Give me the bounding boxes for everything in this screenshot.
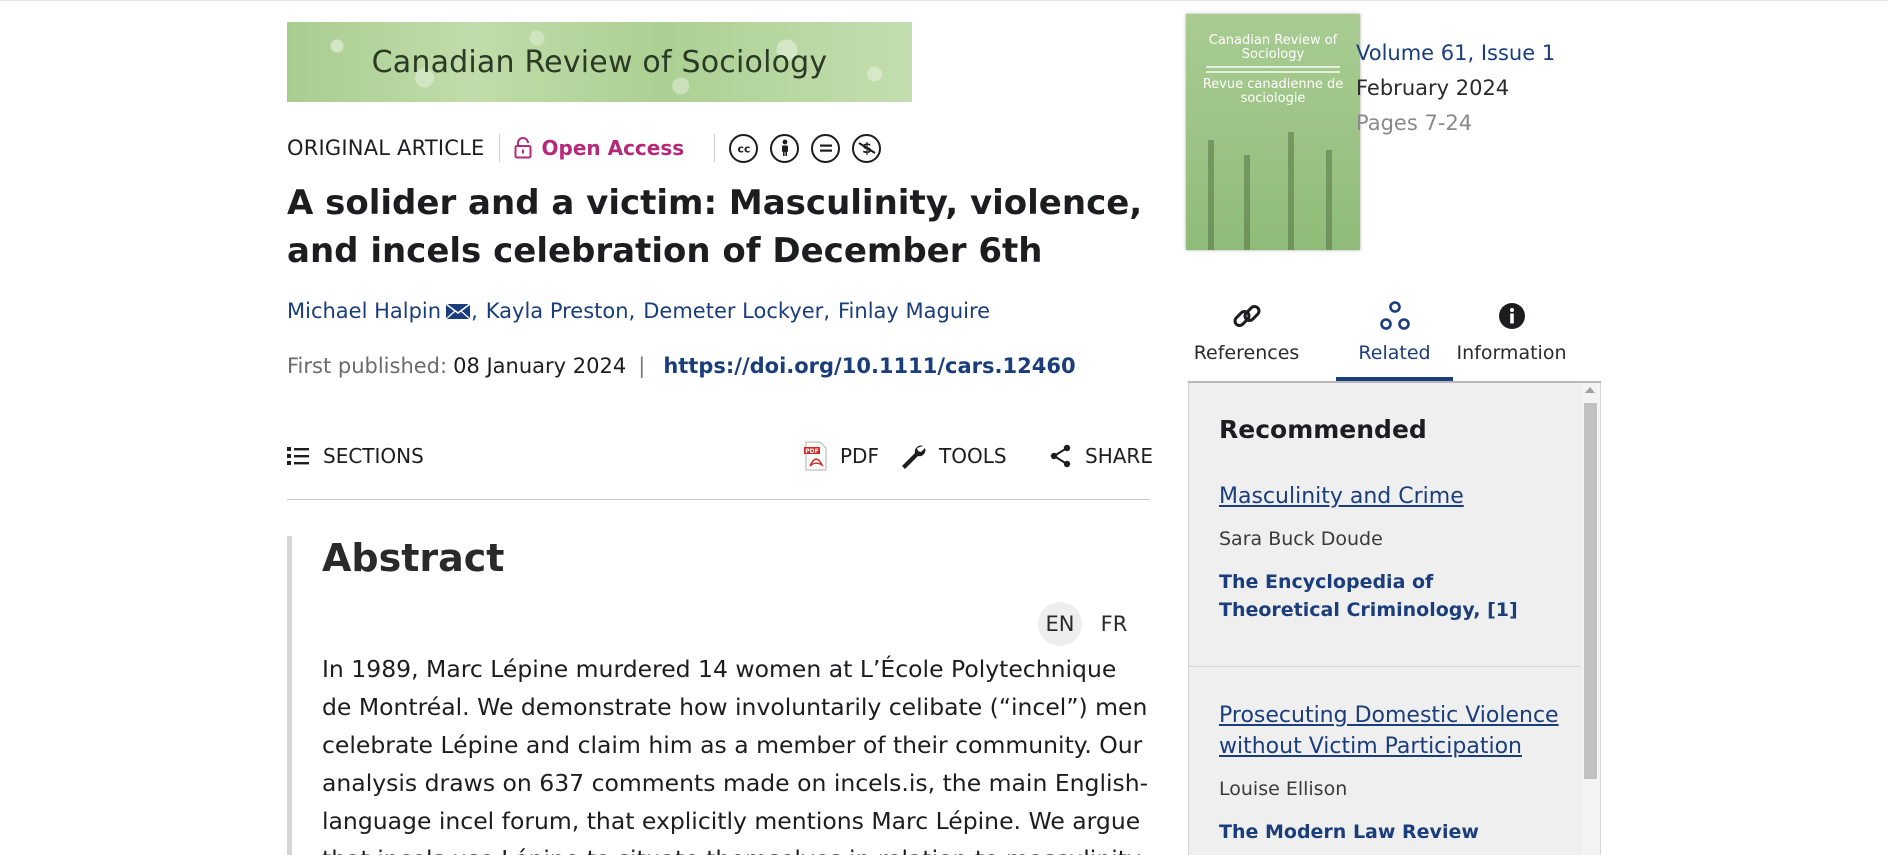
journal-banner[interactable]: Canadian Review of Sociology — [287, 22, 912, 102]
related-article-author: Louise Ellison — [1219, 778, 1348, 800]
cc-icon: cc — [729, 133, 759, 163]
author-separator: , — [628, 299, 636, 323]
related-divider — [1189, 666, 1581, 667]
related-article-journal[interactable]: The Encyclopedia of Theoretical Criminol… — [1219, 568, 1559, 624]
author-link[interactable]: Finlay Maguire — [838, 299, 990, 323]
related-icon — [1378, 290, 1412, 342]
first-published-label: First published: — [287, 354, 448, 378]
article-title: A solider and a victim: Masculinity, vio… — [287, 183, 1143, 271]
publication-info: First published: 08 January 2024 | https… — [287, 354, 1076, 378]
pdf-label: PDF — [840, 444, 879, 468]
first-published-date: 08 January 2024 — [453, 354, 627, 378]
cover-rule — [1206, 71, 1340, 73]
toolbar-divider — [287, 499, 1150, 500]
open-access-label: Open Access — [541, 136, 685, 160]
cover-tree — [1244, 155, 1250, 250]
article-toolbar: SECTIONS PDF PDF TOOLS SHARE — [287, 436, 1153, 476]
issue-info: Volume 61, Issue 1 February 2024 Pages 7… — [1356, 36, 1555, 141]
info-icon — [1498, 290, 1526, 342]
svg-text:cc: cc — [737, 143, 750, 156]
nc-icon: $ — [852, 133, 882, 163]
by-icon — [770, 133, 800, 163]
related-article-link[interactable]: Prosecuting Domestic Violence without Vi… — [1219, 700, 1559, 762]
author-separator: , — [823, 299, 830, 323]
scroll-up-arrow-icon[interactable] — [1585, 387, 1595, 393]
cover-subtitle: Revue canadienne de sociologie — [1202, 77, 1344, 106]
tab-label: References — [1193, 342, 1300, 364]
cover-tree — [1326, 150, 1332, 250]
article-type: ORIGINAL ARTICLE — [287, 136, 485, 160]
scrollbar-thumb[interactable] — [1584, 403, 1597, 779]
nd-icon — [811, 133, 841, 163]
related-panel: Recommended Masculinity and Crime Sara B… — [1188, 383, 1601, 855]
side-tabs: References Related Information — [1188, 286, 1601, 382]
cover-tree — [1208, 140, 1214, 250]
journal-banner-title: Canadian Review of Sociology — [371, 44, 828, 80]
author-separator: , — [471, 299, 478, 323]
cover-title: Canadian Review of Sociology — [1208, 33, 1338, 62]
tools-label: TOOLS — [939, 444, 1007, 468]
link-icon — [1230, 290, 1264, 342]
open-access-badge[interactable]: Open Access — [514, 136, 685, 160]
tab-information[interactable]: Information — [1453, 286, 1570, 382]
cover-rule — [1206, 66, 1340, 68]
sections-label: SECTIONS — [323, 444, 424, 468]
author-link[interactable]: Kayla Preston — [486, 299, 629, 323]
recommended-heading: Recommended — [1219, 415, 1427, 444]
language-switch: EN FR — [1028, 602, 1136, 646]
share-icon — [1049, 444, 1073, 468]
doi-link[interactable]: https://doi.org/10.1111/cars.12460 — [663, 354, 1075, 378]
author-link[interactable]: Demeter Lockyer — [643, 299, 823, 323]
lang-fr-button[interactable]: FR — [1092, 602, 1136, 646]
author-link[interactable]: Michael Halpin — [287, 299, 441, 323]
related-article-author: Sara Buck Doude — [1219, 528, 1383, 550]
sections-button[interactable]: SECTIONS — [287, 436, 424, 476]
mail-icon[interactable] — [445, 301, 471, 321]
author-list: Michael Halpin , Kayla Preston , Demeter… — [287, 299, 990, 323]
lang-en-button[interactable]: EN — [1038, 602, 1082, 646]
list-item: Masculinity and Crime Sara Buck Doude Th… — [1219, 481, 1559, 624]
license-icons[interactable]: cc $ — [729, 133, 893, 163]
cover-tree — [1288, 132, 1294, 250]
issue-pages: Pages 7-24 — [1356, 111, 1473, 135]
volume-issue-link[interactable]: Volume 61, Issue 1 — [1356, 36, 1555, 71]
article-meta-row: ORIGINAL ARTICLE Open Access cc $ — [287, 133, 893, 163]
meta-divider — [498, 134, 500, 162]
abstract-heading: Abstract — [322, 536, 505, 580]
abstract-section: Abstract EN FR In 1989, Marc Lépine murd… — [287, 536, 1150, 855]
related-article-journal[interactable]: The Modern Law Review — [1219, 818, 1559, 846]
tools-button[interactable]: TOOLS — [899, 436, 1007, 476]
related-article-link[interactable]: Masculinity and Crime — [1219, 481, 1559, 512]
svg-text:PDF: PDF — [805, 448, 818, 455]
share-label: SHARE — [1085, 444, 1153, 468]
list-item: Prosecuting Domestic Violence without Vi… — [1219, 700, 1559, 846]
tab-label: Related — [1358, 342, 1431, 364]
wrench-icon — [899, 442, 927, 470]
top-border — [0, 0, 1888, 1]
lock-open-icon — [514, 137, 532, 159]
pdf-button[interactable]: PDF PDF — [804, 436, 879, 476]
pdf-icon: PDF — [804, 441, 828, 471]
tab-references[interactable]: References — [1188, 286, 1305, 382]
meta-divider-2 — [714, 134, 716, 162]
scrollbar[interactable] — [1581, 383, 1600, 855]
issue-month: February 2024 — [1356, 76, 1510, 100]
tab-related[interactable]: Related — [1336, 286, 1453, 382]
share-button[interactable]: SHARE — [1049, 436, 1153, 476]
pubinfo-divider: | — [638, 354, 646, 378]
journal-cover[interactable]: Canadian Review of Sociology Revue canad… — [1186, 14, 1360, 250]
abstract-text: In 1989, Marc Lépine murdered 14 women a… — [322, 655, 1149, 855]
list-icon — [287, 446, 311, 466]
tab-label: Information — [1456, 342, 1567, 364]
